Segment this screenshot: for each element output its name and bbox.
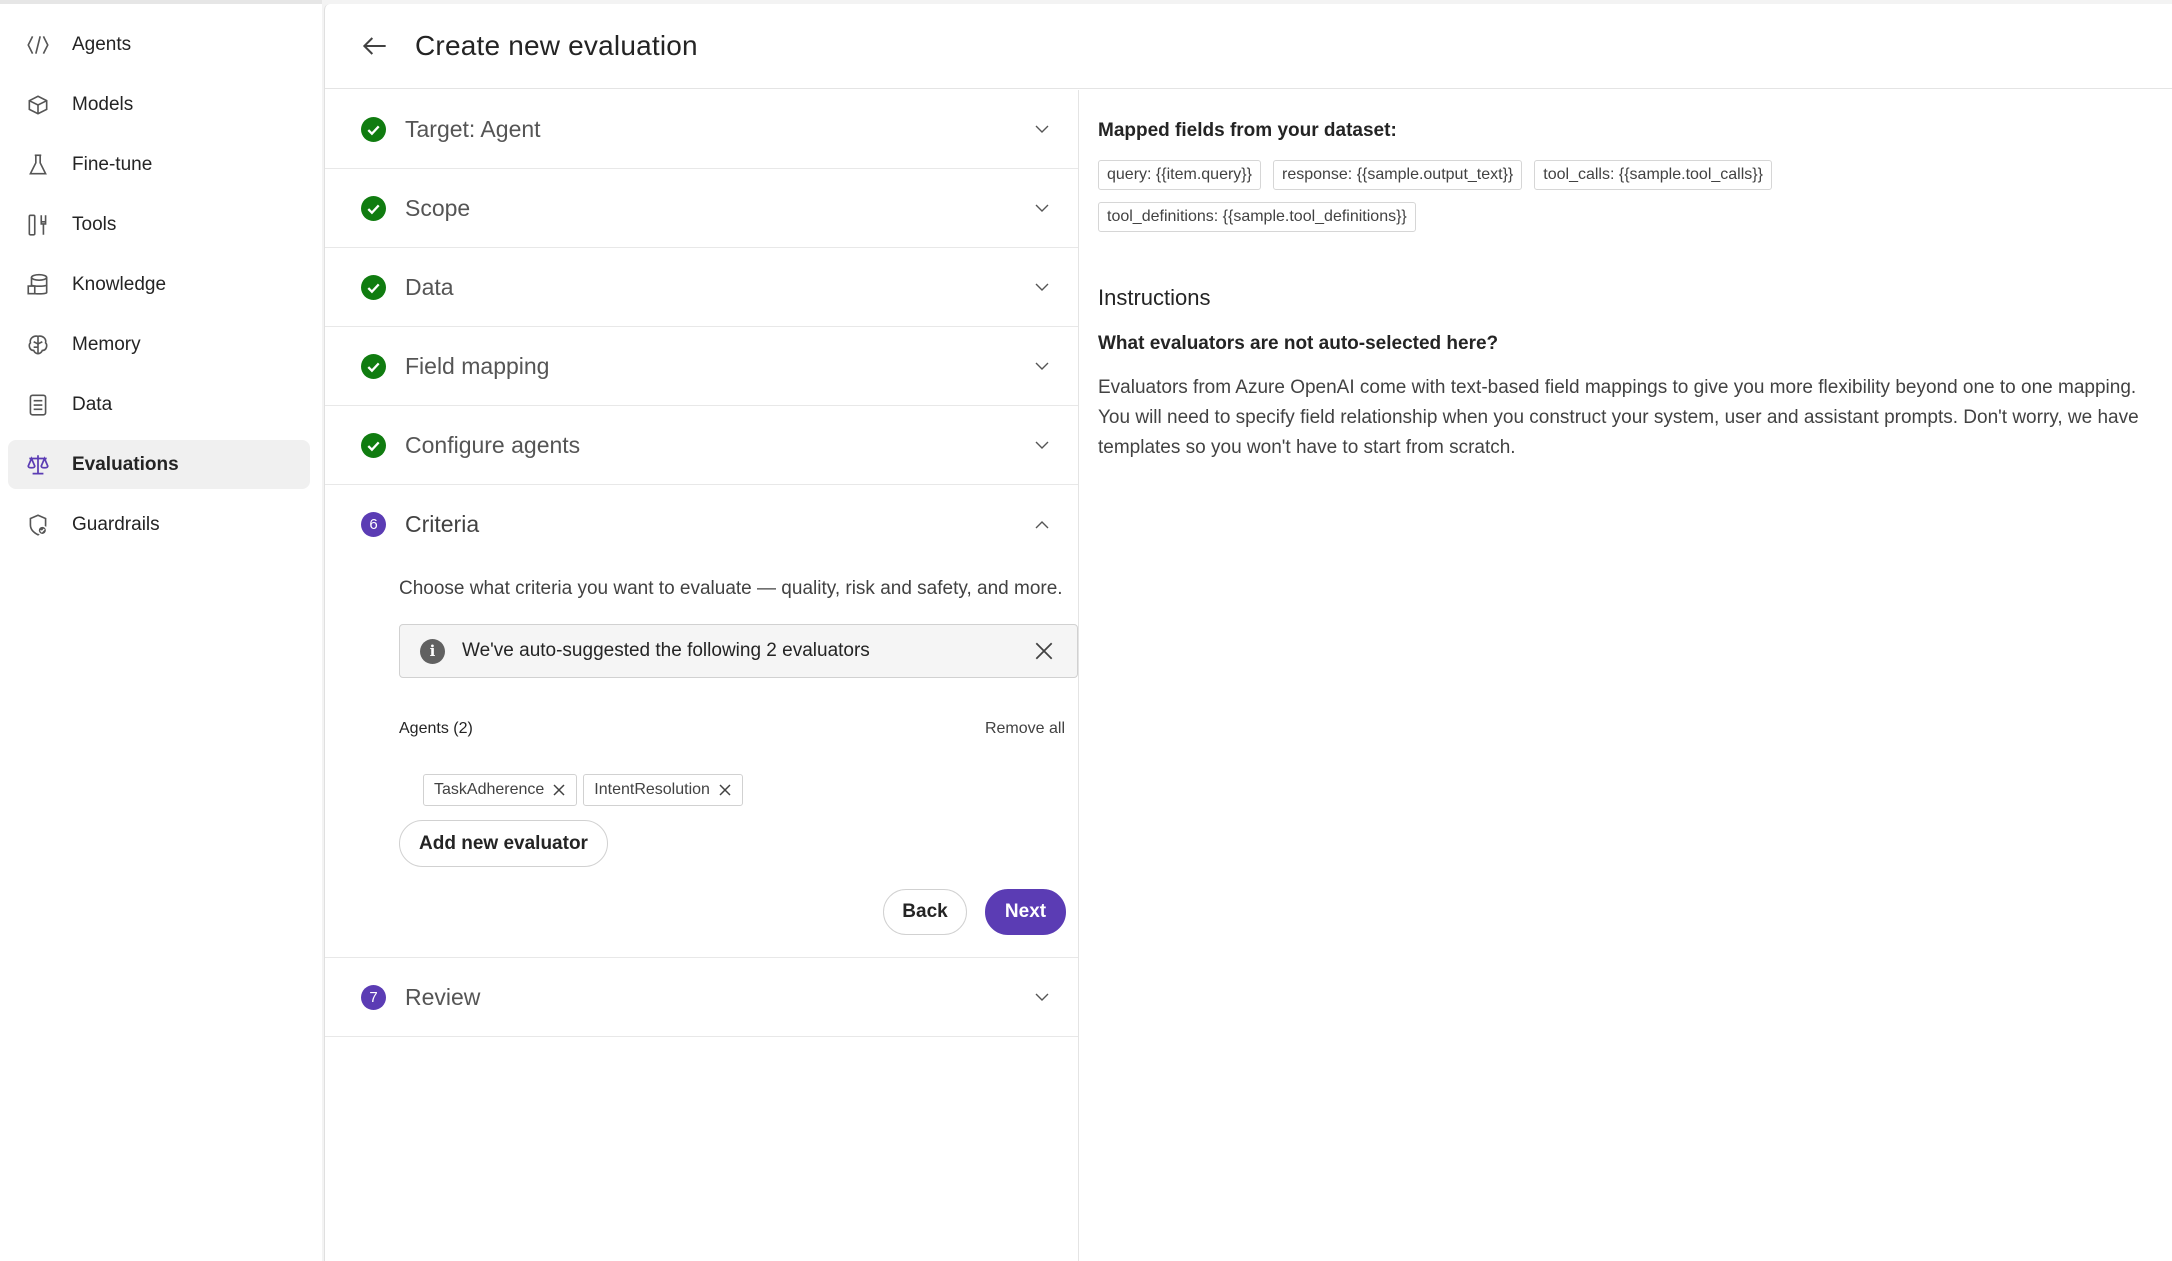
page-header: Create new evaluation: [325, 4, 2172, 89]
sidebar-item-label: Memory: [72, 333, 141, 355]
mapped-field-tag: response: {{sample.output_text}}: [1272, 160, 1523, 190]
scales-icon: [24, 451, 52, 479]
brain-icon: [24, 331, 52, 359]
info-message-bar: i We've auto-suggested the following 2 e…: [399, 624, 1078, 678]
chevron-down-icon: [1035, 125, 1049, 133]
step-configure-agents[interactable]: Configure agents: [325, 406, 1078, 485]
mapped-field-tag: query: {{item.query}}: [1098, 160, 1261, 190]
mapped-field-tag: tool_definitions: {{sample.tool_definiti…: [1098, 202, 1416, 232]
agents-section-title: Agents (2): [399, 720, 473, 737]
sidebar-item-label: Tools: [72, 213, 117, 235]
database-icon: [24, 271, 52, 299]
sidebar-item-label: Data: [72, 393, 113, 415]
sidebar-item-knowledge[interactable]: Knowledge: [8, 260, 310, 309]
dismiss-icon[interactable]: [552, 783, 566, 797]
chevron-up-icon: [1035, 520, 1049, 528]
check-circle-icon: [361, 195, 386, 221]
step-label: Review: [405, 983, 481, 1010]
chevron-down-icon: [1035, 283, 1049, 291]
main-panel: Create new evaluation Target: Agent Scop…: [324, 4, 2172, 1261]
agents-row: Agents (2) Remove all: [399, 720, 1065, 738]
step-label: Scope: [405, 194, 471, 221]
sidebar-item-label: Fine-tune: [72, 153, 153, 175]
evaluator-chip: TaskAdherence: [423, 774, 578, 806]
mapped-fields-title: Mapped fields from your dataset:: [1098, 120, 1397, 141]
step-review[interactable]: 7 Review: [325, 958, 1078, 1037]
add-new-evaluator-button[interactable]: Add new evaluator: [399, 820, 608, 867]
sidebar-item-label: Evaluations: [72, 453, 179, 475]
flask-icon: [24, 151, 52, 179]
mapped-field-tag: tool_calls: {{sample.tool_calls}}: [1534, 160, 1772, 190]
sidebar-item-data[interactable]: Data: [8, 380, 310, 429]
shield-check-icon: [24, 511, 52, 539]
step-scope[interactable]: Scope: [325, 169, 1078, 248]
check-circle-icon: [361, 353, 386, 379]
sidebar-item-label: Knowledge: [72, 273, 167, 295]
check-circle-icon: [361, 116, 386, 142]
info-icon: i: [420, 638, 445, 664]
document-icon: [24, 391, 52, 419]
check-circle-icon: [361, 274, 386, 300]
criteria-description: Choose what criteria you want to evaluat…: [399, 578, 1063, 599]
sidebar-item-models[interactable]: Models: [8, 80, 310, 129]
wizard-steps: Target: Agent Scope Data Field mapping C…: [325, 90, 1079, 1261]
evaluator-chip: IntentResolution: [583, 774, 743, 806]
agents-icon: [24, 31, 52, 59]
chip-label: IntentResolution: [594, 781, 710, 798]
instructions-question: What evaluators are not auto-selected he…: [1098, 333, 1499, 354]
back-arrow-icon[interactable]: [359, 30, 391, 62]
remove-all-link[interactable]: Remove all: [985, 720, 1065, 738]
instructions-title: Instructions: [1098, 285, 1211, 310]
step-data[interactable]: Data: [325, 248, 1078, 327]
models-icon: [24, 91, 52, 119]
sidebar-item-label: Guardrails: [72, 513, 160, 535]
step-criteria: 6 Criteria Choose what criteria you want…: [325, 485, 1078, 958]
step-number-badge: 6: [361, 512, 386, 537]
step-target[interactable]: Target: Agent: [325, 90, 1078, 169]
evaluator-chips: TaskAdherence IntentResolution: [423, 774, 1078, 806]
sidebar-item-evaluations[interactable]: Evaluations: [8, 440, 310, 489]
page-title: Create new evaluation: [415, 30, 698, 61]
step-field-mapping[interactable]: Field mapping: [325, 327, 1078, 406]
close-icon[interactable]: [1033, 640, 1055, 662]
chevron-down-icon: [1035, 993, 1049, 1001]
sidebar-item-label: Agents: [72, 33, 132, 55]
step-label: Data: [405, 273, 454, 300]
sidebar: Agents Models Fine-tune Tools Knowledge …: [0, 0, 322, 1261]
info-message: We've auto-suggested the following 2 eva…: [462, 640, 870, 661]
sidebar-item-label: Models: [72, 93, 134, 115]
sidebar-item-memory[interactable]: Memory: [8, 320, 310, 369]
instructions-text: Evaluators from Azure OpenAI come with t…: [1098, 377, 2139, 458]
step-label: Configure agents: [405, 431, 581, 458]
criteria-panel: Choose what criteria you want to evaluat…: [325, 564, 1078, 957]
step-criteria-header[interactable]: 6 Criteria: [325, 485, 1078, 564]
step-actions: Back Next: [399, 889, 1066, 935]
next-button[interactable]: Next: [985, 889, 1066, 935]
check-circle-icon: [361, 432, 386, 458]
dismiss-icon[interactable]: [718, 783, 732, 797]
chevron-down-icon: [1035, 441, 1049, 449]
tools-icon: [24, 211, 52, 239]
sidebar-item-agents[interactable]: Agents: [8, 20, 310, 69]
chevron-down-icon: [1035, 362, 1049, 370]
back-button[interactable]: Back: [883, 889, 967, 935]
chip-label: TaskAdherence: [434, 781, 545, 798]
step-label: Criteria: [405, 511, 480, 537]
mapped-fields-list: query: {{item.query}} response: {{sample…: [1098, 160, 1878, 232]
step-number-badge: 7: [361, 984, 386, 1010]
sidebar-item-fine-tune[interactable]: Fine-tune: [8, 140, 310, 189]
details-panel: Mapped fields from your dataset: query: …: [1098, 90, 2172, 463]
step-label: Field mapping: [405, 352, 550, 379]
sidebar-item-tools[interactable]: Tools: [8, 200, 310, 249]
sidebar-item-guardrails[interactable]: Guardrails: [8, 500, 310, 549]
chevron-down-icon: [1035, 204, 1049, 212]
step-label: Target: Agent: [405, 115, 541, 142]
